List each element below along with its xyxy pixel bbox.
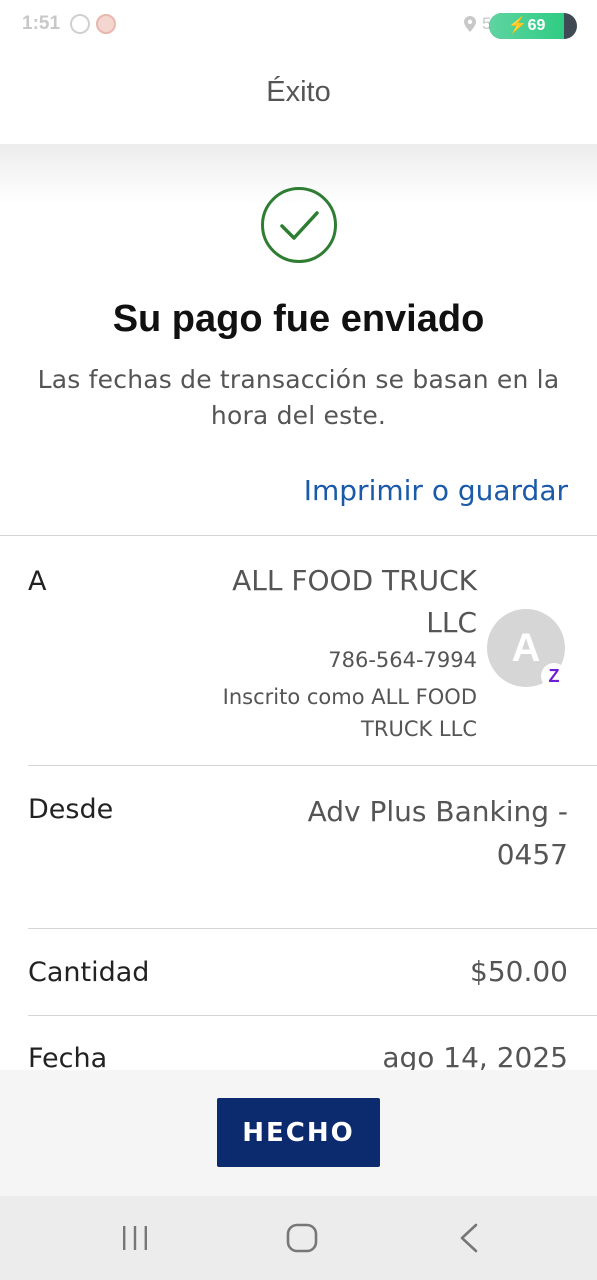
divider: [28, 928, 597, 929]
status-time: 1:51: [22, 13, 61, 34]
print-or-save-link[interactable]: Imprimir o guardar: [304, 474, 568, 507]
recipient-phone: 786-564-7994: [328, 648, 477, 672]
amount-label: Cantidad: [28, 957, 150, 988]
divider: [28, 765, 597, 766]
battery-level: ⚡69: [489, 13, 564, 39]
done-button[interactable]: HECHO: [217, 1098, 380, 1167]
check-circle-icon: [261, 187, 337, 263]
amount-value: $50.00: [470, 955, 568, 988]
recipient-name: ALL FOOD TRUCK LLC: [232, 564, 477, 639]
recents-icon[interactable]: [120, 1224, 150, 1252]
from-label: Desde: [28, 794, 114, 825]
recipient-enrolled-as: Inscrito como ALL FOOD TRUCK LLC: [222, 685, 477, 741]
battery-indicator: ⚡69: [489, 13, 577, 39]
to-label: A: [28, 566, 47, 597]
divider: [28, 1015, 597, 1016]
location-icon: [464, 16, 476, 32]
app-notification-icon: [96, 14, 116, 34]
page-title: Éxito: [266, 76, 331, 108]
header: Éxito: [0, 50, 597, 144]
from-account: Adv Plus Banking - 0457: [307, 795, 568, 871]
battery-level-text: 69: [527, 17, 546, 34]
charging-icon: ⚡: [507, 17, 528, 34]
divider: [0, 535, 597, 536]
back-icon[interactable]: [456, 1222, 482, 1254]
home-icon[interactable]: [285, 1222, 319, 1254]
zelle-icon: Z: [541, 663, 567, 689]
status-bar: 1:51 5 ⚡69: [0, 0, 597, 50]
whatsapp-icon: [70, 14, 90, 34]
confirmation-subtitle: Las fechas de transacción se basan en la…: [37, 365, 560, 430]
confirmation-title: Su pago fue enviado: [112, 298, 485, 340]
zelle-glyph: Z: [548, 666, 560, 686]
